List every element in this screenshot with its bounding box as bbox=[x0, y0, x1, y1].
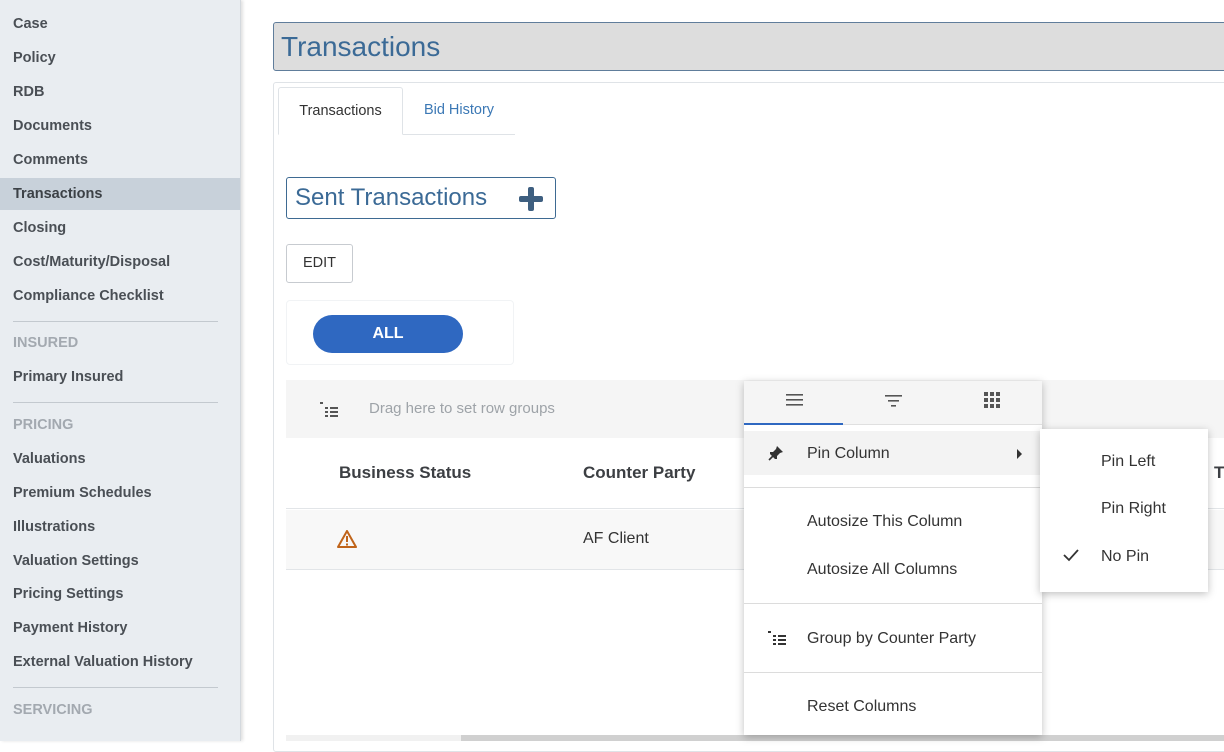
scrollbar-thumb[interactable] bbox=[286, 735, 461, 741]
sidebar-section-pricing: PRICING bbox=[13, 417, 74, 433]
all-filter-button[interactable]: ALL bbox=[313, 315, 463, 353]
sidebar-divider bbox=[13, 402, 218, 403]
menu-tab-filter[interactable] bbox=[843, 381, 942, 425]
cell-counter-party: AF Client bbox=[583, 530, 649, 547]
menu-item-no-pin[interactable]: No Pin bbox=[1040, 535, 1208, 581]
menu-item-label: No Pin bbox=[1101, 548, 1150, 565]
sidebar-item-comments[interactable]: Comments bbox=[0, 144, 240, 176]
sidebar-divider bbox=[13, 321, 218, 322]
menu-tab-general[interactable] bbox=[744, 381, 843, 425]
menu-separator bbox=[744, 487, 1042, 488]
sidebar-item-pricing-settings[interactable]: Pricing Settings bbox=[0, 578, 240, 610]
menu-separator bbox=[744, 672, 1042, 673]
edit-button[interactable]: EDIT bbox=[286, 244, 353, 283]
menu-tab-columns[interactable] bbox=[942, 381, 1041, 425]
tab-transactions[interactable]: Transactions bbox=[278, 87, 403, 135]
menu-item-label: Pin Left bbox=[1101, 453, 1156, 470]
menu-item-label: Pin Right bbox=[1101, 500, 1166, 517]
sidebar-item-primary-insured[interactable]: Primary Insured bbox=[0, 361, 240, 393]
menu-item-pin-left[interactable]: Pin Left bbox=[1040, 440, 1208, 486]
sent-transactions-header: Sent Transactions bbox=[286, 177, 556, 219]
group-icon bbox=[768, 631, 786, 645]
menu-item-reset-columns[interactable]: Reset Columns bbox=[744, 684, 1042, 728]
sidebar-item-valuations[interactable]: Valuations bbox=[0, 443, 240, 475]
columns-grid-icon bbox=[984, 392, 1000, 408]
sidebar-item-illustrations[interactable]: Illustrations bbox=[0, 511, 240, 543]
menu-item-autosize-this-column[interactable]: Autosize This Column bbox=[744, 499, 1042, 543]
menu-item-label: Reset Columns bbox=[807, 698, 917, 715]
sidebar-item-compliance-checklist[interactable]: Compliance Checklist bbox=[0, 280, 240, 312]
sent-transactions-title: Sent Transactions bbox=[295, 184, 488, 211]
sidebar-item-cost-maturity-disposal[interactable]: Cost/Maturity/Disposal bbox=[0, 246, 240, 278]
submenu-arrow-icon bbox=[1017, 449, 1022, 459]
sidebar-item-premium-schedules[interactable]: Premium Schedules bbox=[0, 477, 240, 509]
column-menu-tabs bbox=[744, 381, 1042, 425]
sidebar-item-policy[interactable]: Policy bbox=[0, 42, 240, 74]
sidebar-item-transactions[interactable]: Transactions bbox=[0, 178, 240, 210]
sidebar-section-insured: INSURED bbox=[13, 335, 79, 351]
pin-icon bbox=[768, 446, 783, 461]
sidebar-item-rdb[interactable]: RDB bbox=[0, 76, 240, 108]
sidebar-section-servicing: SERVICING bbox=[13, 702, 93, 718]
add-transaction-icon[interactable] bbox=[518, 186, 544, 212]
row-group-icon bbox=[320, 402, 338, 417]
column-header-business-status[interactable]: Business Status bbox=[339, 463, 471, 483]
menu-item-label: Group by Counter Party bbox=[807, 630, 976, 647]
menu-item-label: Autosize All Columns bbox=[807, 561, 958, 578]
sidebar-item-closing[interactable]: Closing bbox=[0, 212, 240, 244]
column-header-counter-party[interactable]: Counter Party bbox=[583, 463, 695, 483]
menu-item-group-by-counter-party[interactable]: Group by Counter Party bbox=[744, 616, 1042, 660]
menu-item-label: Autosize This Column bbox=[807, 513, 963, 530]
warning-triangle-icon bbox=[337, 530, 357, 548]
sidebar-item-case[interactable]: Case bbox=[0, 8, 240, 40]
menu-item-autosize-all-columns[interactable]: Autosize All Columns bbox=[744, 547, 1042, 591]
menu-item-label: Pin Column bbox=[807, 445, 890, 462]
column-menu: Pin Column Autosize This Column Autosize… bbox=[744, 381, 1042, 735]
column-header-clipped[interactable]: T bbox=[1214, 463, 1224, 483]
sidebar-item-valuation-settings[interactable]: Valuation Settings bbox=[0, 545, 240, 577]
menu-item-pin-column[interactable]: Pin Column bbox=[744, 431, 1042, 475]
page-title: Transactions bbox=[273, 22, 1224, 71]
filter-icon bbox=[885, 395, 902, 407]
menu-item-pin-right[interactable]: Pin Right bbox=[1040, 487, 1208, 533]
sidebar-divider bbox=[13, 687, 218, 688]
menu-separator bbox=[744, 603, 1042, 604]
pin-submenu: Pin Left Pin Right No Pin bbox=[1040, 429, 1208, 592]
sidebar: Case Policy RDB Documents Comments Trans… bbox=[0, 0, 241, 741]
sidebar-item-payment-history[interactable]: Payment History bbox=[0, 612, 240, 644]
tab-bid-history[interactable]: Bid History bbox=[403, 87, 515, 135]
sidebar-item-external-valuation-history[interactable]: External Valuation History bbox=[0, 646, 240, 678]
menu-lines-icon bbox=[786, 394, 803, 406]
checkmark-icon bbox=[1063, 549, 1079, 562]
row-group-placeholder: Drag here to set row groups bbox=[369, 400, 555, 417]
sidebar-item-documents[interactable]: Documents bbox=[0, 110, 240, 142]
